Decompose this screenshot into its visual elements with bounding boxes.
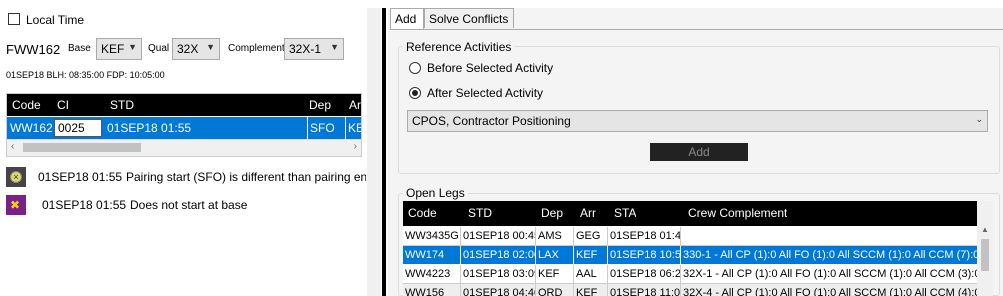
table-row[interactable]: WW4223 01SEP18 03:09 KEF AAL 01SEP18 06:…: [403, 265, 977, 284]
complement-value: 32X-1: [289, 42, 322, 56]
leg-std: 01SEP18 00:45: [461, 227, 536, 245]
tab-add[interactable]: Add: [390, 8, 424, 30]
leg-sta: 01SEP18 01:45: [608, 227, 681, 245]
leg-code: WW4223: [403, 265, 461, 283]
col-arr: Arr: [580, 206, 596, 220]
row-dep: SFO: [307, 117, 335, 139]
reference-activities-title: Reference Activities: [403, 40, 515, 54]
activity-select[interactable]: CPOS, Contractor Positioning ⌄: [407, 110, 988, 132]
warning-time: 01SEP18 01:55: [38, 170, 123, 184]
chevron-down-icon: ▼: [330, 42, 339, 52]
leg-crew: 330-1 - All CP (1):0 All FO (1):0 All SC…: [683, 249, 977, 261]
col-dep: Dep: [309, 98, 332, 112]
activity-select-value: CPOS, Contractor Positioning: [412, 114, 571, 128]
flight-label: FWW162: [6, 42, 61, 57]
local-time-label: Local Time: [26, 13, 85, 27]
col-code: Code: [408, 206, 437, 220]
qual-select[interactable]: 32X ▼: [172, 38, 220, 60]
vertical-scrollbar[interactable]: ▲: [977, 201, 993, 296]
radio-after[interactable]: [409, 87, 421, 99]
chevron-down-icon: ⌄: [975, 114, 983, 124]
scroll-left-icon[interactable]: ‹: [11, 141, 14, 152]
col-code: Code: [12, 98, 41, 112]
leg-arr: AAL: [574, 265, 608, 283]
pairing-table: Code CI STD Dep Ar WW162 0025 01SEP18 01…: [6, 93, 362, 157]
leg-crew: [681, 227, 977, 245]
complement-select[interactable]: 32X-1 ▼: [284, 38, 344, 60]
row-std: 01SEP18 01:55: [107, 121, 192, 135]
table-row[interactable]: WW162 0025 01SEP18 01:55 SFO KEF: [7, 117, 361, 139]
open-legs-header: Code STD Dep Arr STA Crew Complement: [403, 201, 977, 226]
horizontal-scrollbar[interactable]: ‹ ›: [7, 139, 361, 156]
scroll-right-icon[interactable]: ›: [354, 141, 357, 152]
col-dep: Dep: [541, 206, 564, 220]
leg-arr: KEF: [574, 246, 608, 264]
local-time-checkbox[interactable]: [8, 13, 20, 25]
table-row[interactable]: WW156 01SEP18 04:40 ORD KEF 01SEP18 11:0…: [403, 284, 977, 296]
leg-std: 01SEP18 04:40: [461, 284, 536, 296]
leg-std: 01SEP18 03:09: [461, 265, 536, 283]
leg-dep: ORD: [536, 284, 574, 296]
leg-sta: 01SEP18 11:00: [608, 284, 681, 296]
scrollbar-thumb[interactable]: [23, 143, 141, 152]
warning-message: Pairing start (SFO) is different than pa…: [126, 170, 366, 184]
radio-before-label: Before Selected Activity: [427, 61, 554, 75]
leg-dep: LAX: [536, 246, 574, 264]
add-button[interactable]: Add: [650, 143, 748, 161]
radio-before[interactable]: [409, 62, 421, 74]
splitter-divider[interactable]: [382, 8, 386, 296]
pairing-summary: 01SEP18 BLH: 08:35:00 FDP: 10:05:00: [6, 70, 165, 80]
col-arr: Ar: [349, 98, 361, 112]
ci-input[interactable]: 0025: [54, 119, 102, 137]
col-crew: Crew Complement: [688, 206, 788, 220]
warning-circle-icon: ×: [6, 167, 26, 187]
col-ci: CI: [57, 98, 69, 112]
complement-label: Complement: [228, 43, 285, 54]
leg-code: WW174: [403, 246, 461, 264]
open-legs-title: Open Legs: [403, 186, 468, 200]
leg-crew: 32X-4 - All CP (1):0 All FO (1):0 All SC…: [683, 287, 977, 296]
leg-code: WW3435G: [403, 227, 461, 245]
table-row[interactable]: WW3435G 01SEP18 00:45 AMS GEG 01SEP18 01…: [403, 227, 977, 246]
col-std: STD: [110, 98, 134, 112]
chevron-down-icon: ▼: [128, 42, 137, 52]
tab-solve-conflicts[interactable]: Solve Conflicts: [424, 8, 514, 28]
leg-crew: 32X-1 - All CP (1):0 All FO (1):0 All SC…: [683, 268, 977, 280]
leg-arr: KEF: [574, 284, 608, 296]
col-sta: STA: [614, 206, 637, 220]
row-code: WW162: [10, 121, 53, 135]
base-value: KEF: [101, 42, 125, 56]
leg-std: 01SEP18 02:00: [461, 246, 536, 264]
open-legs-table: Code STD Dep Arr STA Crew Complement WW3…: [403, 201, 977, 296]
qual-value: 32X: [177, 42, 199, 56]
splitter[interactable]: [367, 8, 381, 296]
qual-label: Qual: [148, 43, 170, 54]
leg-code: WW156: [403, 284, 461, 296]
scroll-up-icon[interactable]: ▲: [981, 225, 989, 234]
base-label: Base: [68, 43, 91, 54]
error-time: 01SEP18 01:55: [42, 198, 127, 212]
row-arr: KEF: [345, 117, 361, 139]
base-select[interactable]: KEF ▼: [96, 38, 142, 60]
radio-after-label: After Selected Activity: [427, 86, 544, 100]
error-message: Does not start at base: [130, 198, 248, 212]
leg-dep: AMS: [536, 227, 574, 245]
leg-sta: 01SEP18 10:55: [608, 246, 681, 264]
base-error-icon: ✖: [6, 195, 26, 215]
pairing-table-header: Code CI STD Dep Ar: [7, 94, 361, 116]
table-row[interactable]: WW174 01SEP18 02:00 LAX KEF 01SEP18 10:5…: [403, 246, 977, 264]
right-panel: Add Solve Conflicts Reference Activities…: [388, 8, 1003, 296]
leg-arr: GEG: [574, 227, 608, 245]
col-std: STD: [468, 206, 492, 220]
chevron-down-icon: ▼: [206, 42, 215, 52]
leg-sta: 01SEP18 06:29: [608, 265, 681, 283]
leg-dep: KEF: [536, 265, 574, 283]
scrollbar-thumb[interactable]: [981, 239, 989, 271]
